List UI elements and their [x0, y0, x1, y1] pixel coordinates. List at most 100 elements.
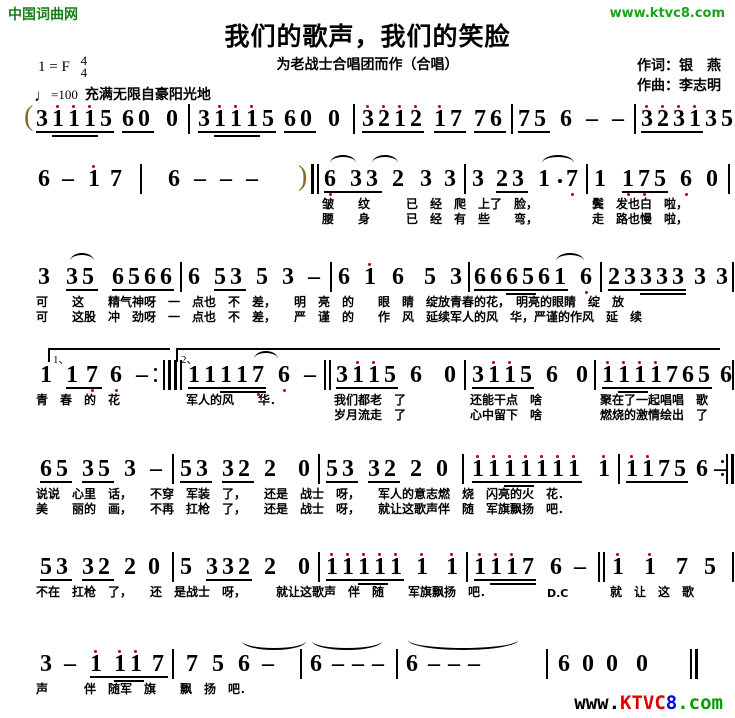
beam	[362, 131, 424, 133]
note: 1	[40, 362, 52, 388]
note: 3	[342, 456, 354, 482]
note: 1	[394, 106, 406, 132]
note: 7	[522, 554, 534, 580]
octave-dot-low	[571, 193, 574, 196]
hold-dash: –	[428, 651, 440, 677]
note: 1	[342, 554, 354, 580]
key-signature: 1 = F 4 4	[38, 54, 87, 79]
barline	[172, 649, 174, 679]
barline	[728, 164, 730, 194]
hold-dash: –	[136, 362, 148, 388]
octave-dot-high	[134, 650, 137, 653]
note: 0	[436, 456, 448, 482]
double-barline	[598, 552, 606, 582]
beam	[368, 481, 400, 483]
slur	[254, 351, 278, 367]
note: 3	[36, 106, 48, 132]
note: 6	[538, 264, 550, 290]
note: 1	[568, 456, 580, 482]
note: 1	[434, 106, 446, 132]
barline	[140, 164, 142, 194]
octave-dot-high	[638, 361, 641, 364]
note: 5	[534, 106, 546, 132]
augmentation-dot	[558, 179, 562, 183]
lyrics-ending1: 青 春 的 花	[36, 393, 121, 407]
lyrics-ending2: 军人的风 华．	[186, 393, 283, 407]
note: 1	[68, 106, 80, 132]
note: 1	[618, 362, 630, 388]
hold-dash: –	[586, 106, 598, 132]
octave-dot-high	[476, 455, 479, 458]
hold-dash: –	[262, 651, 274, 677]
beam	[474, 579, 536, 581]
barline	[466, 552, 468, 582]
lyrics-verse1: 皱 纹 已 经 爬 上了 脸，	[322, 197, 539, 211]
note: 6	[160, 264, 172, 290]
tempo-value: =100	[51, 87, 78, 102]
note: 1	[642, 456, 654, 482]
note: 1	[88, 166, 100, 192]
note: 6	[406, 651, 418, 677]
note: 1	[602, 362, 614, 388]
beam	[40, 481, 72, 483]
beam	[324, 191, 382, 193]
note: 7	[638, 166, 650, 192]
barline	[732, 262, 734, 292]
note: 3	[222, 456, 234, 482]
final-barline	[690, 649, 699, 679]
note: 2	[392, 166, 404, 192]
barline	[468, 262, 470, 292]
octave-dot-high	[398, 105, 401, 108]
octave-dot-high	[414, 105, 417, 108]
octave-dot-high	[94, 650, 97, 653]
note: 6	[490, 264, 502, 290]
beam	[326, 579, 404, 581]
beam	[474, 131, 506, 133]
note: 3	[350, 166, 362, 192]
lyrics-verse2: 可 这股 冲 劲呀 一 点也 不 差， 严 谨 的 作 风 延续军人的风 华，严…	[36, 310, 643, 324]
octave-dot-high	[602, 455, 605, 458]
note: 0	[636, 651, 648, 677]
octave-dot-high	[492, 361, 495, 364]
note: 5	[180, 554, 192, 580]
repeat-dot	[721, 460, 724, 463]
note: 5	[262, 106, 274, 132]
octave-dot-low	[329, 193, 332, 196]
hold-dash: –	[352, 651, 364, 677]
repeat-end	[726, 454, 735, 484]
note: 3	[705, 106, 717, 132]
octave-dot-high	[677, 105, 680, 108]
beam	[82, 579, 114, 581]
beam	[326, 481, 358, 483]
note: 5	[384, 362, 396, 388]
note: 2	[384, 456, 396, 482]
tie	[408, 630, 518, 650]
hold-dash: –	[308, 264, 320, 290]
score-line-1: ( 3 1 1 1 5 6 0 0 3 1 1 1 5 6 0 0 3 2 1 …	[0, 101, 735, 157]
note: 3	[368, 456, 380, 482]
beam	[434, 131, 466, 133]
score-line-2: 6 – 1 7 6 – – – ) 6 3 3 2 3 3 3 2 3 1 7 …	[0, 155, 735, 226]
note: 0	[300, 106, 312, 132]
note: 0	[138, 106, 150, 132]
note: 1	[506, 554, 518, 580]
note: 1	[446, 554, 458, 580]
note: 1	[536, 456, 548, 482]
note: 5	[326, 456, 338, 482]
note: 1	[612, 554, 624, 580]
hold-dash: –	[150, 456, 162, 482]
note: 6	[188, 264, 200, 290]
octave-dot-high	[382, 105, 385, 108]
note: 1	[488, 456, 500, 482]
beam	[490, 583, 536, 585]
note: 6	[238, 651, 250, 677]
beam	[214, 135, 260, 137]
repeat-dot	[154, 379, 157, 382]
note: 2	[496, 166, 508, 192]
expression-marking: 充满无限自豪阳光地	[84, 87, 211, 103]
note: 6	[560, 106, 572, 132]
key-label: 1 = F	[38, 58, 70, 75]
note: 1	[220, 362, 232, 388]
note: 5	[522, 264, 534, 290]
note: 3	[472, 362, 484, 388]
